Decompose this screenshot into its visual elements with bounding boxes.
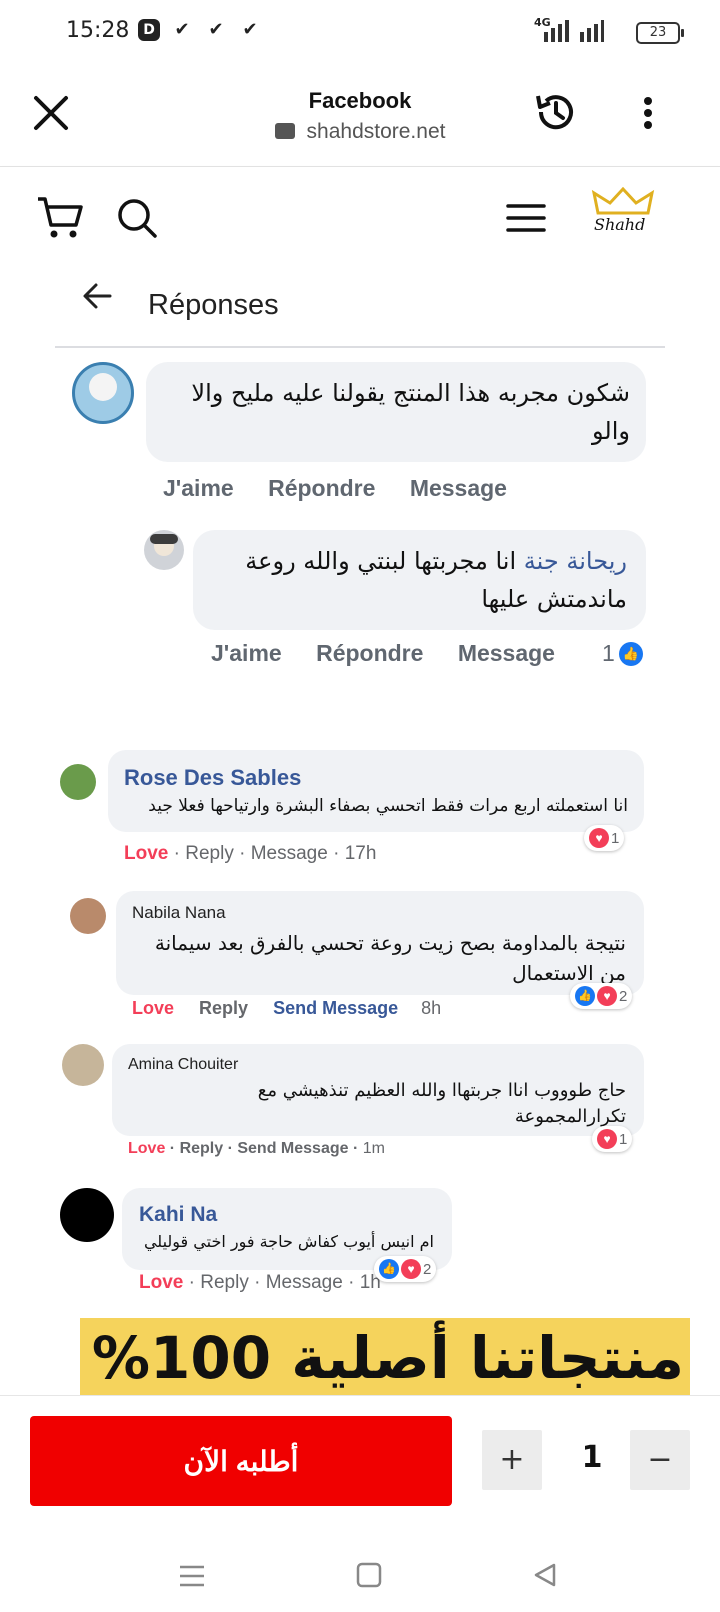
replies-header: Réponses [148, 289, 279, 321]
menu-icon[interactable] [506, 203, 546, 233]
authenticity-banner: منتجاتنا أصلية 100% ولا [80, 1318, 690, 1395]
like-count: 1 👍 [602, 640, 643, 667]
like-reaction-icon: 👍 [575, 986, 595, 1006]
comment-author: Rose Des Sables [124, 765, 302, 790]
search-icon[interactable] [116, 197, 160, 241]
reply-action: Reply [185, 843, 234, 864]
banner-text: منتجاتنا أصلية 100% ولا [80, 1324, 684, 1392]
heart-icon: ♥ [589, 828, 609, 848]
reply-action: Reply [199, 998, 249, 1018]
url-label: shahdstore.net [306, 120, 446, 143]
reaction-badge: 👍 ♥ 2 [570, 983, 633, 1009]
url-text[interactable]: shahdstore.net [0, 120, 720, 144]
comment-text: ام انيس أيوب كفاش حاجة فور اختي قوليلي [143, 1232, 434, 1251]
reply-action: Répondre [268, 475, 376, 501]
message-action: Message [409, 475, 507, 501]
reply-action: Répondre [316, 640, 424, 666]
comment-time: 8h [421, 998, 442, 1018]
heart-icon: ♥ [401, 1259, 421, 1279]
status-time: 15:28 [66, 18, 130, 43]
comment-author: Amina Chouiter [128, 1056, 239, 1073]
page-title: Facebook [308, 88, 412, 113]
cart-icon[interactable] [36, 195, 84, 241]
love-action: Love [124, 843, 169, 864]
status-bar: 15:28 D ✔ ✔ ✔ 4G 23 [0, 0, 720, 62]
reply-text: ريحانة جنة انا مجربتها لبنتي والله روعة … [205, 542, 627, 618]
message-action: Send Message [237, 1140, 349, 1157]
comment-text: نتيجة بالمداومة بصح زيت روعة تحسي بالفرق… [154, 931, 626, 985]
signal-icon [544, 20, 604, 42]
comment-actions: Love · Reply · Message · 17h [124, 843, 377, 864]
home-icon[interactable] [356, 1562, 382, 1588]
comment-text: شكون مجربه هذا المنتج يقولنا عليه مليح و… [191, 379, 630, 445]
comment-bubble [108, 750, 644, 832]
heart-icon: ♥ [597, 1129, 617, 1149]
quantity-decrease-button[interactable]: − [630, 1430, 690, 1490]
reply-action: Reply [179, 1140, 224, 1157]
back-icon[interactable] [532, 1562, 558, 1588]
browser-bar: Facebook shahdstore.net [0, 62, 720, 167]
reply-author: ريحانة جنة [523, 547, 627, 575]
reaction-badge: ♥ 1 [584, 825, 625, 851]
more-vert-icon[interactable] [642, 96, 654, 130]
store-logo[interactable]: Shahd [588, 187, 658, 257]
back-arrow-icon [83, 283, 112, 309]
lock-icon [274, 123, 295, 139]
crown-icon [591, 187, 655, 215]
app-d-icon: D [138, 19, 160, 41]
comment-author: Kahi Na [139, 1203, 218, 1226]
reply-actions: J'aime Répondre Message [211, 640, 555, 667]
reaction-count: 1 [611, 829, 620, 847]
reaction-badge: ♥ 1 [592, 1126, 633, 1152]
message-action: Message [457, 640, 555, 666]
check-icon: ✔ [174, 19, 190, 40]
quantity-value[interactable]: 1 [572, 1440, 612, 1475]
comment-time: 17h [344, 843, 377, 864]
love-action: Love [128, 1140, 166, 1157]
avatar [62, 1044, 104, 1086]
quantity-increase-button[interactable]: + [482, 1430, 542, 1490]
order-now-button[interactable]: أطلبه الآن [30, 1416, 452, 1506]
reaction-count: 2 [423, 1260, 432, 1278]
reaction-count: 1 [619, 1130, 628, 1148]
like-action: J'aime [211, 640, 282, 666]
like-reaction-icon: 👍 [379, 1259, 399, 1279]
avatar [72, 362, 134, 424]
reply-action: Reply [200, 1272, 249, 1293]
comment-author: Nabila Nana [132, 903, 226, 922]
comment-actions: Love · Reply · Message · 1h [139, 1272, 381, 1293]
like-count-value: 1 [602, 640, 615, 666]
message-action: Message [250, 843, 328, 864]
system-nav-bar [0, 1522, 720, 1612]
comment-time: 1m [362, 1140, 385, 1157]
comment-text: حاج طوووب اناا جربتهاا والله العظيم تنذه… [257, 1080, 626, 1127]
comment-text: انا استعملته اربع مرات فقط اتحسي بصفاء ا… [148, 796, 628, 816]
recents-icon[interactable] [178, 1564, 206, 1588]
message-action: Message [265, 1272, 343, 1293]
avatar [60, 1188, 114, 1242]
reaction-count: 2 [619, 987, 628, 1005]
avatar [60, 764, 96, 800]
check-icon: ✔ [242, 19, 258, 40]
store-header: Shahd [0, 167, 720, 285]
check-icon: ✔ [208, 19, 224, 40]
avatar [144, 530, 184, 570]
like-action: J'aime [163, 475, 234, 501]
divider [55, 346, 665, 348]
battery-indicator: 23 [636, 22, 684, 44]
logo-text: Shahd [594, 215, 646, 234]
message-action: Send Message [273, 998, 399, 1018]
history-icon[interactable] [532, 88, 580, 136]
reaction-badge: 👍 ♥ 2 [374, 1256, 437, 1282]
like-reaction-icon: 👍 [618, 641, 643, 666]
comment-actions: Love · Reply · Send Message · 1m [128, 1140, 385, 1157]
comment-actions: J'aime Répondre Message [163, 475, 507, 502]
avatar [70, 898, 106, 934]
love-action: Love [132, 998, 175, 1018]
comment-actions: Love Reply Send Message 8h [132, 998, 441, 1019]
love-action: Love [139, 1272, 184, 1293]
heart-icon: ♥ [597, 986, 617, 1006]
